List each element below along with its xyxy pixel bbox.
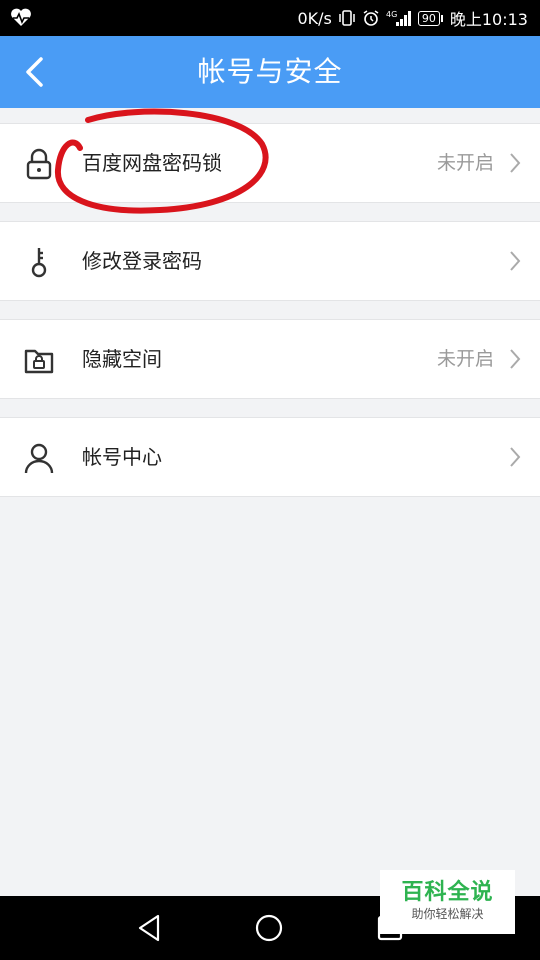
network-speed: 0K/s <box>297 8 332 28</box>
setting-label: 隐藏空间 <box>82 347 162 371</box>
watermark-title: 百科全说 <box>401 880 494 905</box>
lock-icon <box>26 148 52 180</box>
setting-label: 修改登录密码 <box>82 249 202 273</box>
watermark-logo: 百科全说 助你轻松解决 <box>380 870 515 934</box>
alarm-icon <box>362 9 380 27</box>
setting-status: 未开启 <box>436 152 494 174</box>
chevron-right-icon <box>510 153 521 173</box>
setting-change-password[interactable]: 修改登录密码 <box>0 221 540 301</box>
setting-label: 百度网盘密码锁 <box>82 151 222 175</box>
status-bar: 0K/s 4G 90 晚上10:13 <box>0 0 540 36</box>
key-icon <box>31 248 47 278</box>
setting-password-lock[interactable]: 百度网盘密码锁 未开启 <box>0 123 540 203</box>
page-title: 帐号与安全 <box>197 55 343 88</box>
battery-indicator: 90 <box>417 10 443 26</box>
chevron-right-icon <box>510 251 521 271</box>
setting-label: 帐号中心 <box>82 445 162 469</box>
user-icon <box>24 443 54 474</box>
nav-back-icon[interactable] <box>132 910 168 946</box>
setting-hidden-space[interactable]: 隐藏空间 未开启 <box>0 319 540 399</box>
chevron-right-icon <box>510 349 521 369</box>
signal-icon: 4G <box>386 9 412 27</box>
vibrate-icon <box>338 9 356 27</box>
hidden-folder-icon <box>24 349 54 374</box>
setting-status: 未开启 <box>436 348 494 370</box>
title-bar: 帐号与安全 <box>0 36 540 108</box>
setting-account-center[interactable]: 帐号中心 <box>0 417 540 497</box>
nav-home-icon[interactable] <box>251 910 287 946</box>
network-type: 4G <box>386 10 397 19</box>
clock: 晚上10:13 <box>449 10 528 29</box>
watermark-subtitle: 助你轻松解决 <box>411 907 484 921</box>
heart-rate-icon <box>10 8 32 28</box>
chevron-right-icon <box>510 447 521 467</box>
